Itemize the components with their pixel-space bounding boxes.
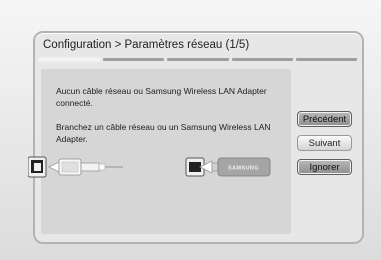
- adapter-brand-label: SAMSUNG: [228, 166, 259, 172]
- progress-step-5: [295, 58, 358, 61]
- ignore-button[interactable]: Ignorer: [297, 159, 352, 175]
- no-connection-message: Aucun câble réseau ou Samsung Wireless L…: [56, 86, 267, 108]
- next-button[interactable]: Suivant: [297, 135, 352, 151]
- progress-step-1: [39, 58, 101, 61]
- ethernet-port-icon: [28, 156, 47, 178]
- progress-step-2: [103, 58, 165, 61]
- network-cable-icon: [58, 158, 123, 176]
- connection-illustration: SAMSUNG: [28, 156, 271, 178]
- progress-step-4: [231, 58, 293, 61]
- progress-step-3: [167, 58, 229, 61]
- wireless-adapter-icon: SAMSUNG: [211, 157, 271, 177]
- step-progress-bar: [39, 58, 358, 62]
- previous-button[interactable]: Précédent: [297, 111, 352, 127]
- dialog-title: Configuration > Paramètres réseau (1/5): [43, 39, 250, 51]
- network-setup-dialog: Configuration > Paramètres réseau (1/5) …: [33, 31, 364, 244]
- connect-instruction-message: Branchez un câble réseau ou un Samsung W…: [56, 122, 271, 144]
